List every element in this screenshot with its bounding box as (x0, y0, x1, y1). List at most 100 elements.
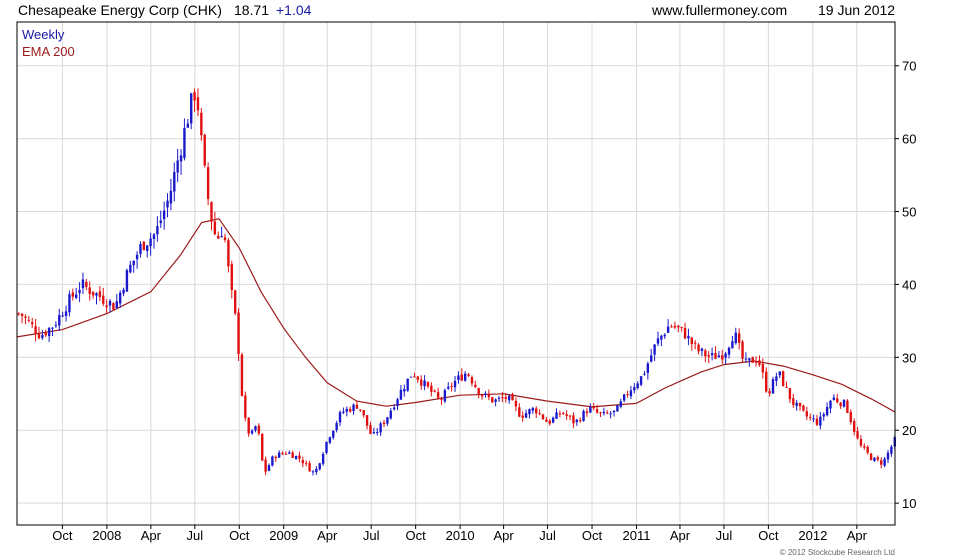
x-tick-label: Apr (141, 528, 162, 543)
candle-body (562, 412, 565, 414)
candle-body (392, 407, 396, 410)
candle-body (335, 422, 338, 430)
candle-body (876, 457, 880, 460)
candle-body (369, 425, 372, 434)
candle-body (890, 446, 893, 454)
candle-body (771, 379, 775, 394)
price-chart: Chesapeake Energy Corp (CHK) 18.71 +1.04… (16, 2, 916, 557)
candle-body (166, 200, 169, 208)
candle-body (328, 437, 332, 443)
source-site[interactable]: www.fullermoney.com (651, 2, 787, 18)
candle-body (227, 240, 230, 267)
candle-body (244, 395, 247, 418)
candle-body (690, 337, 694, 345)
candle-body (409, 376, 413, 378)
candle-body (839, 402, 842, 407)
candle-body (484, 393, 487, 395)
candle-body (558, 413, 562, 415)
candle-body (352, 404, 355, 412)
candle-body (257, 425, 261, 434)
copyright-notice: © 2012 Stockcube Research Ltd (780, 548, 895, 557)
candle-body (122, 289, 125, 294)
candle-body (700, 348, 704, 351)
candle-body (355, 404, 359, 409)
candle-body (118, 292, 122, 304)
candle-body (538, 413, 541, 415)
candle-body (315, 468, 318, 473)
candle-body (376, 432, 379, 434)
candle-body (379, 423, 382, 433)
candle-body (687, 335, 690, 339)
candle-body (710, 353, 714, 356)
candle-body (805, 411, 809, 417)
candle-body (267, 465, 271, 471)
candle-body (102, 295, 105, 304)
candle-body (413, 376, 416, 378)
candle-body (125, 270, 129, 292)
candle-body (342, 411, 345, 413)
candle-body (568, 415, 572, 417)
candle-body (518, 407, 521, 417)
candle-body (37, 334, 41, 339)
candle-body (348, 408, 352, 412)
candle-body (433, 390, 436, 392)
x-tick-label: 2010 (446, 528, 475, 543)
candle-body (81, 279, 85, 289)
legend-ema-200: EMA 200 (22, 44, 75, 59)
candle-body (179, 155, 183, 162)
candle-body (717, 355, 721, 358)
candle-body (436, 392, 440, 398)
candle-body (220, 236, 223, 238)
x-tick-label: Apr (493, 528, 514, 543)
y-tick-label: 30 (902, 350, 916, 365)
candle-body (819, 416, 822, 426)
x-tick-label: Jul (539, 528, 556, 543)
candle-body (17, 313, 20, 315)
candle-body (815, 418, 819, 425)
candle-body (338, 412, 342, 423)
candle-body (261, 433, 264, 461)
y-tick-label: 20 (902, 423, 916, 438)
candle-body (551, 417, 555, 423)
candle-body (24, 316, 27, 318)
y-tick-label: 40 (902, 277, 916, 292)
candle-body (792, 398, 795, 405)
candle-body (91, 291, 95, 296)
candle-body (504, 396, 507, 399)
candle-body (396, 399, 399, 407)
candle-body (886, 452, 890, 460)
candle-body (507, 395, 511, 401)
y-tick-label: 10 (902, 496, 916, 511)
candle-body (883, 458, 886, 466)
candle-body (372, 432, 376, 434)
candle-body (781, 371, 785, 387)
candle-body (497, 397, 501, 399)
candle-body (494, 399, 497, 402)
chart-date: 19 Jun 2012 (818, 2, 895, 18)
candle-body (680, 326, 683, 328)
candle-body (609, 413, 612, 415)
candle-body (217, 235, 220, 239)
candle-body (852, 421, 856, 432)
candle-body (129, 264, 132, 273)
candle-body (288, 452, 291, 454)
candle-body (846, 400, 849, 413)
legend-weekly: Weekly (22, 27, 65, 42)
candle-body (646, 363, 650, 373)
candle-body (880, 460, 883, 465)
candle-body (389, 410, 392, 419)
candle-body (108, 300, 112, 306)
candle-body (237, 312, 240, 355)
candle-body (487, 394, 491, 398)
candle-body (754, 361, 758, 363)
candle-body (54, 325, 58, 327)
x-tick-label: Oct (229, 528, 250, 543)
candle-body (842, 399, 846, 407)
candle-body (453, 380, 457, 388)
candle-body (311, 471, 315, 473)
chart-title: Chesapeake Energy Corp (CHK) (18, 2, 222, 18)
y-tick-label: 60 (902, 132, 916, 147)
candle-body (619, 401, 622, 407)
candle-body (423, 380, 426, 387)
candle-body (247, 417, 250, 434)
